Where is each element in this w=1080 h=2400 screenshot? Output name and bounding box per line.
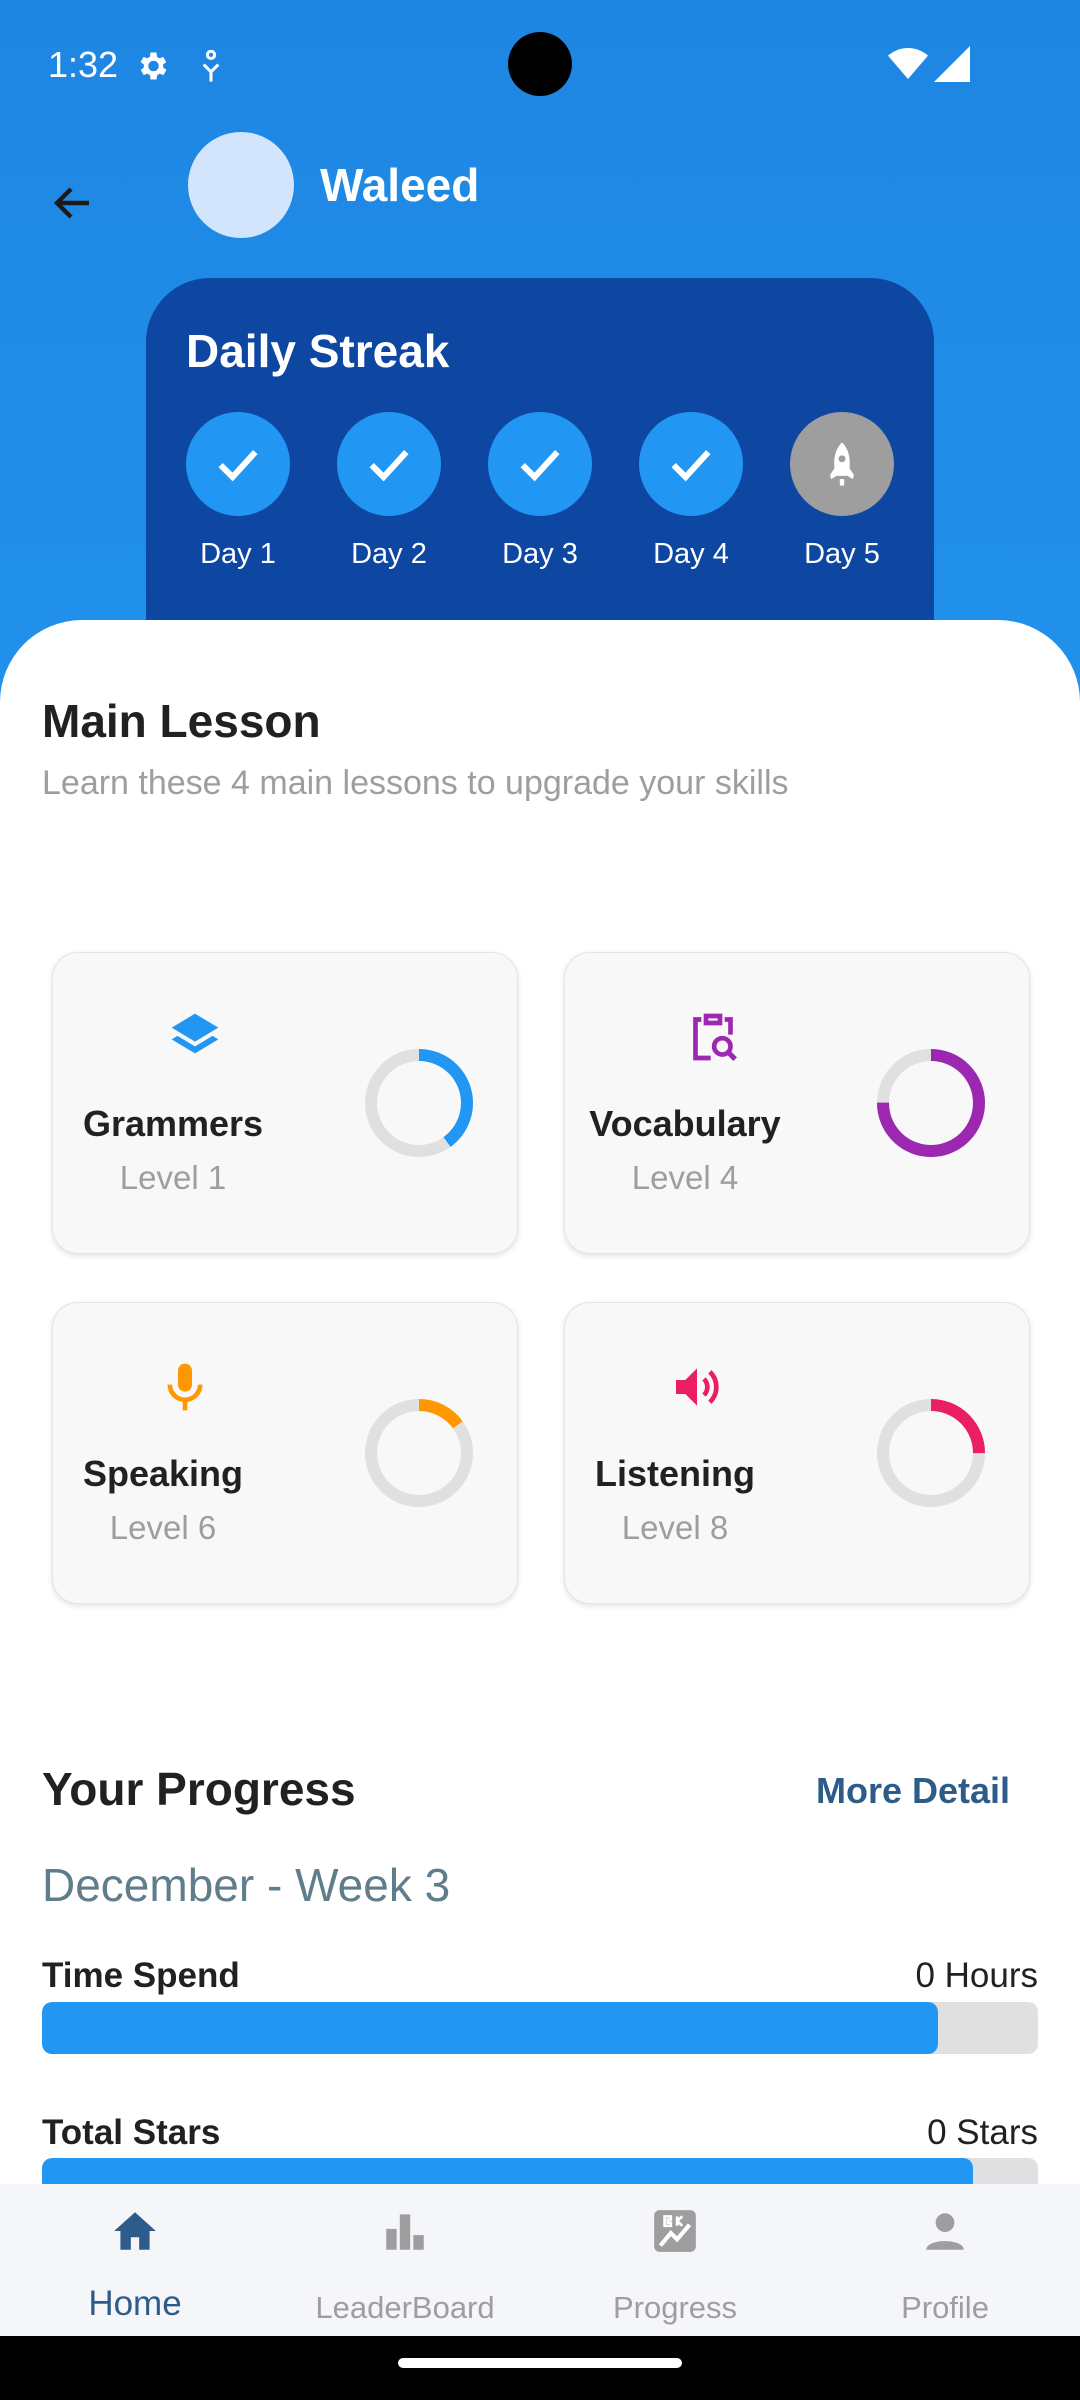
check-icon (369, 450, 409, 482)
streak-day-circle (790, 412, 894, 516)
streak-day-label: Day 1 (200, 538, 276, 570)
clipboard-search-icon (693, 1013, 737, 1061)
streak-day-circle (337, 412, 441, 516)
daily-streak-card: Daily Streak Day 1 Day 2 Day 3 Day 4 Day… (146, 278, 934, 658)
total-stars-value: 0 Stars (927, 2113, 1038, 2152)
nav-label: LeaderBoard (315, 2290, 495, 2325)
nav-item-progress[interactable]: Progress (540, 2184, 810, 2336)
rocket-icon (830, 442, 854, 486)
leaderboard-icon (386, 2214, 424, 2250)
streak-day-circle (186, 412, 290, 516)
check-icon (671, 450, 711, 482)
main-lesson-subtitle: Learn these 4 main lessons to upgrade yo… (42, 764, 789, 802)
front-camera (508, 32, 572, 96)
user-name: Waleed (320, 159, 480, 211)
time-spend-value: 0 Hours (915, 1956, 1038, 1995)
progress-period: December - Week 3 (42, 1859, 451, 1911)
lesson-level: Level 1 (119, 1159, 227, 1196)
home-icon (114, 2212, 156, 2250)
nav-item-home[interactable]: Home (0, 2184, 270, 2336)
settings-gear-icon (140, 52, 167, 80)
lesson-name: Grammers (82, 1103, 264, 1144)
lesson-level: Level 4 (631, 1159, 739, 1196)
check-icon (520, 450, 560, 482)
status-bar: 1:32 (0, 0, 1080, 130)
lesson-card-vocabulary[interactable]: Vocabulary Level 4 (564, 952, 1030, 1254)
avatar[interactable] (188, 132, 294, 238)
lesson-level: Level 6 (109, 1509, 217, 1546)
streak-day-label: Day 4 (653, 538, 729, 570)
lesson-name: Listening (595, 1453, 755, 1494)
person-icon (926, 2213, 964, 2250)
lesson-name: Speaking (82, 1453, 244, 1494)
nav-item-leaderboard[interactable]: LeaderBoard (270, 2184, 540, 2336)
lesson-name: Vocabulary (589, 1103, 781, 1144)
time-spend-label: Time Spend (42, 1956, 240, 1995)
lesson-level: Level 8 (621, 1509, 729, 1546)
streak-day-4: Day 4 (639, 412, 743, 571)
lesson-progress-ring (365, 1049, 473, 1157)
streak-day-2: Day 2 (337, 412, 441, 571)
microphone-icon (167, 1363, 203, 1411)
lesson-progress-ring (365, 1399, 473, 1507)
accessibility-icon (202, 50, 220, 82)
layers-icon (171, 1013, 219, 1054)
check-icon (218, 450, 258, 482)
system-gesture-bar (0, 2336, 1080, 2400)
streak-day-circle (488, 412, 592, 516)
streak-title: Daily Streak (186, 325, 450, 377)
signal-icon (934, 46, 970, 82)
nav-label: Progress (612, 2290, 738, 2325)
speaker-icon (676, 1368, 719, 1406)
nav-label: Profile (901, 2290, 989, 2325)
bottom-navigation: Home LeaderBoard Progress Profile (0, 2184, 1080, 2336)
back-button[interactable] (40, 170, 106, 236)
streak-day-circle (639, 412, 743, 516)
lesson-card-grammers[interactable]: Grammers Level 1 (52, 952, 518, 1254)
arrow-back-icon (53, 187, 89, 219)
streak-day-label: Day 3 (502, 538, 578, 570)
status-time: 1:32 (48, 44, 119, 85)
progress-chart-icon (654, 2210, 696, 2252)
time-spend-bar (42, 2002, 1038, 2054)
streak-day-label: Day 2 (351, 538, 427, 570)
streak-day-1: Day 1 (186, 412, 290, 571)
wifi-icon (888, 48, 928, 79)
your-progress-title: Your Progress (42, 1763, 356, 1815)
lesson-progress-ring (877, 1049, 985, 1157)
nav-label: Home (88, 2284, 182, 2323)
lesson-card-speaking[interactable]: Speaking Level 6 (52, 1302, 518, 1604)
streak-day-3: Day 3 (488, 412, 592, 571)
streak-day-label: Day 5 (804, 538, 880, 570)
more-detail-link[interactable]: More Detail (816, 1770, 1010, 1812)
nav-item-profile[interactable]: Profile (810, 2184, 1080, 2336)
lesson-progress-ring (877, 1399, 985, 1507)
main-lesson-title: Main Lesson (42, 695, 321, 747)
home-gesture-handle[interactable] (398, 2358, 682, 2368)
streak-day-5: Day 5 (790, 412, 894, 571)
time-spend-bar-fill (42, 2002, 939, 2054)
lesson-card-listening[interactable]: Listening Level 8 (564, 1302, 1030, 1604)
total-stars-label: Total Stars (42, 2113, 221, 2152)
